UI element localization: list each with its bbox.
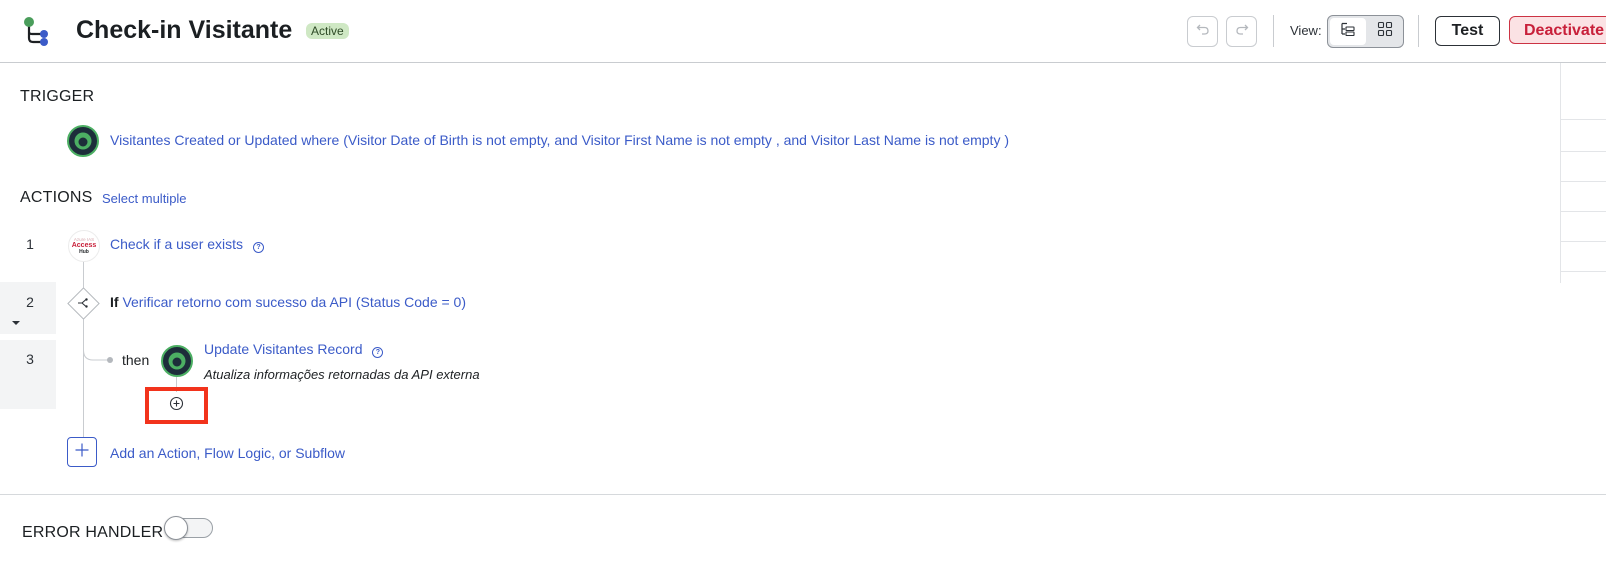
status-badge: Active xyxy=(306,23,349,39)
side-panel-edge xyxy=(1560,63,1606,283)
page-title: Check-in Visitante xyxy=(76,16,293,44)
record-icon xyxy=(67,125,99,162)
step-2-row[interactable]: If Verificar retorno com sucesso da API … xyxy=(110,294,466,310)
collapse-caret-icon[interactable] xyxy=(11,314,21,332)
trigger-entity: Visitantes Created or Updated xyxy=(110,132,298,148)
diagram-view-icon xyxy=(1377,21,1393,42)
branch-then-label: then xyxy=(122,352,150,368)
trigger-section-title: TRIGGER xyxy=(20,88,95,105)
step-label: Update Visitantes Record xyxy=(204,341,363,357)
undo-icon xyxy=(1196,22,1210,41)
diagram-view-button[interactable] xyxy=(1368,18,1401,45)
flow-connector xyxy=(83,258,84,288)
add-action-button[interactable] xyxy=(67,437,97,467)
step-number: 2 xyxy=(26,294,34,310)
trigger-condition: where (Visitor Date of Birth is not empt… xyxy=(301,132,1009,148)
list-view-icon xyxy=(1340,22,1356,41)
list-view-button[interactable] xyxy=(1330,18,1366,45)
step-description: Atualiza informações retornadas da API e… xyxy=(204,367,480,382)
view-toggle[interactable] xyxy=(1327,15,1404,48)
step-label: Verificar retorno com sucesso da API (St… xyxy=(122,294,467,310)
header-divider xyxy=(1418,15,1419,47)
header-divider xyxy=(1273,15,1274,47)
redo-icon xyxy=(1235,22,1249,41)
branch-connector xyxy=(83,318,113,363)
flow-header: Check-in Visitante Active View: Test Dea… xyxy=(0,0,1606,63)
step-label: Check if a user exists xyxy=(110,236,244,252)
undo-button[interactable] xyxy=(1187,16,1218,47)
view-label: View: xyxy=(1290,23,1322,38)
logo-text: Access xyxy=(71,242,97,249)
flow-logo-icon xyxy=(22,16,52,53)
toggle-knob xyxy=(164,516,188,540)
actions-section-title: ACTIONS xyxy=(20,189,93,206)
trigger-link[interactable]: Visitantes Created or Updated where (Vis… xyxy=(110,132,1009,148)
add-action-link[interactable]: Add an Action, Flow Logic, or Subflow xyxy=(110,445,345,461)
if-keyword: If xyxy=(110,294,119,310)
help-icon[interactable]: ? xyxy=(252,242,264,253)
error-handler-toggle[interactable] xyxy=(164,516,213,540)
plus-circle-icon[interactable] xyxy=(169,396,184,416)
help-icon[interactable]: ? xyxy=(372,347,384,358)
record-icon xyxy=(161,345,193,382)
branch-icon xyxy=(76,296,90,315)
redo-button[interactable] xyxy=(1226,16,1257,47)
add-icon xyxy=(74,442,90,463)
step-1-link[interactable]: Check if a user exists ? xyxy=(110,236,264,253)
logo-text: Hub xyxy=(79,249,89,255)
test-button[interactable]: Test xyxy=(1435,16,1500,46)
select-multiple-link[interactable]: Select multiple xyxy=(102,191,187,206)
step-number: 3 xyxy=(26,351,34,367)
step-number: 1 xyxy=(26,236,34,252)
section-divider xyxy=(0,494,1606,495)
error-handler-label: ERROR HANDLER xyxy=(22,524,164,541)
step-3-link[interactable]: Update Visitantes Record ? xyxy=(204,341,384,358)
deactivate-button[interactable]: Deactivate xyxy=(1509,16,1606,44)
access-hub-logo: Azure IAS Access Hub xyxy=(68,230,100,262)
